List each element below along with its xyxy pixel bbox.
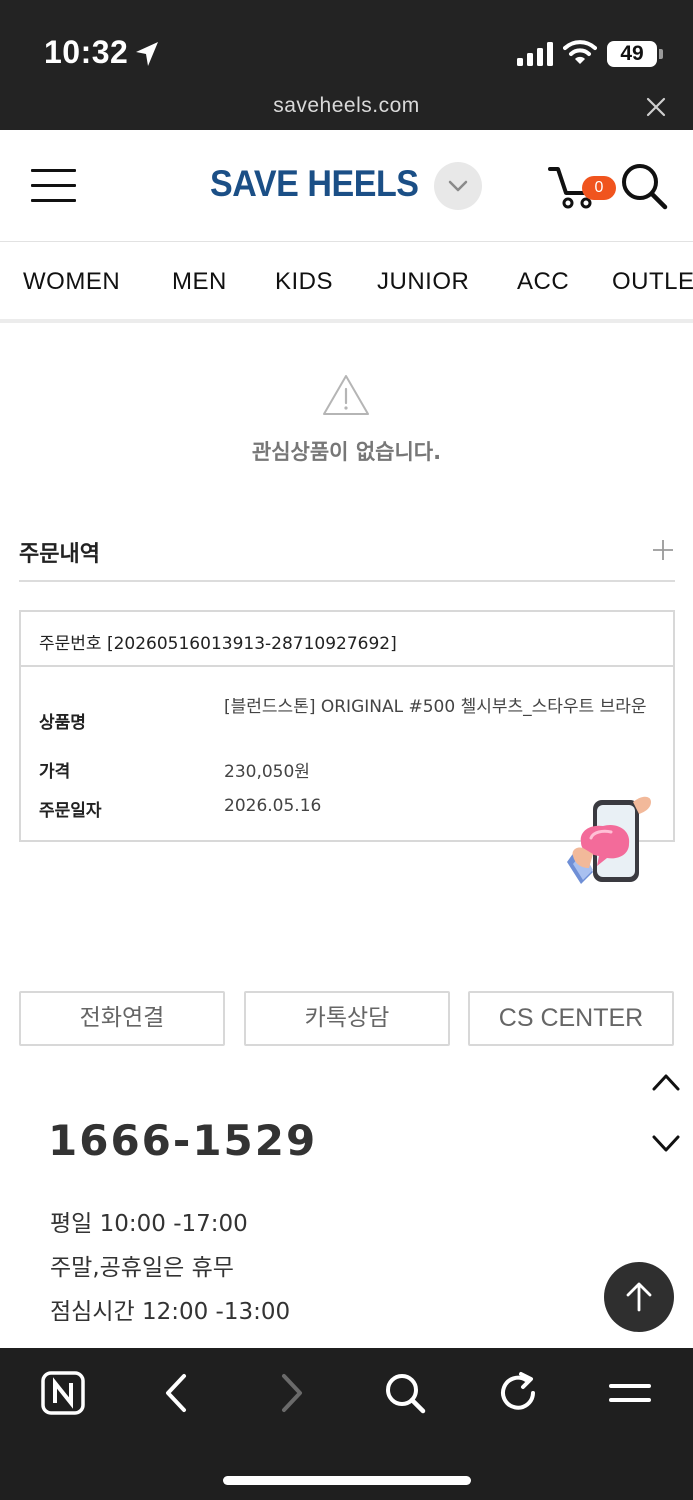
chat-phone-sticker-icon[interactable] bbox=[563, 792, 655, 890]
cellular-signal-icon bbox=[517, 42, 553, 66]
nav-item-outlet[interactable]: OUTLET bbox=[612, 268, 693, 296]
naver-n-icon[interactable] bbox=[40, 1370, 86, 1416]
url-address[interactable]: saveheels.com bbox=[0, 94, 693, 118]
product-name-value: [블런드스톤] ORIGINAL #500 첼시부츠_스타우트 브라운 bbox=[224, 697, 647, 717]
battery-indicator: 49 bbox=[607, 41, 657, 67]
logo-dropdown-button[interactable] bbox=[434, 162, 482, 210]
scroll-to-top-button[interactable] bbox=[604, 1262, 674, 1332]
home-indicator bbox=[223, 1476, 471, 1485]
close-icon[interactable] bbox=[645, 96, 667, 118]
order-date-label: 주문일자 bbox=[39, 801, 102, 821]
price-label: 가격 bbox=[39, 762, 71, 782]
site-header: SAVE HEELS 0 bbox=[0, 130, 693, 242]
plus-icon[interactable] bbox=[651, 538, 675, 562]
battery-nub bbox=[659, 49, 663, 59]
order-date-value: 2026.05.16 bbox=[224, 796, 322, 816]
wifi-icon bbox=[563, 40, 597, 64]
cs-hours-weekday: 평일 10:00 -17:00 bbox=[50, 1211, 248, 1237]
product-name-label: 상품명 bbox=[39, 713, 86, 733]
cart-count-badge: 0 bbox=[582, 176, 616, 200]
nav-item-acc[interactable]: ACC bbox=[517, 268, 569, 296]
order-number: 주문번호 [20260516013913-28710927692] bbox=[39, 634, 397, 654]
cs-hours-lunch: 점심시간 12:00 -13:00 bbox=[50, 1299, 291, 1325]
search-icon[interactable] bbox=[382, 1370, 428, 1416]
category-nav: WOMEN MEN KIDS JUNIOR ACC OUTLET bbox=[0, 243, 693, 323]
status-time: 10:32 bbox=[44, 34, 129, 70]
arrow-up-icon bbox=[626, 1282, 652, 1312]
price-value: 230,050원 bbox=[224, 762, 310, 782]
order-history-title[interactable]: 주문내역 bbox=[19, 536, 100, 568]
order-divider bbox=[19, 580, 675, 582]
location-arrow-icon bbox=[136, 42, 158, 66]
cs-center-button[interactable]: CS CENTER bbox=[468, 991, 674, 1046]
kakao-chat-button[interactable]: 카톡상담 bbox=[244, 991, 450, 1046]
search-icon[interactable] bbox=[618, 160, 670, 212]
hamburger-menu-icon[interactable] bbox=[31, 169, 76, 203]
order-card-header: 주문번호 [20260516013913-28710927692] bbox=[21, 612, 673, 667]
forward-icon bbox=[282, 1374, 302, 1412]
nav-item-men[interactable]: MEN bbox=[172, 268, 227, 296]
nav-item-kids[interactable]: KIDS bbox=[275, 268, 333, 296]
wishlist-empty-message: 관심상품이 없습니다. bbox=[251, 440, 442, 464]
nav-item-women[interactable]: WOMEN bbox=[23, 268, 120, 296]
chevron-down-icon[interactable] bbox=[651, 1132, 681, 1156]
warning-icon bbox=[323, 375, 369, 415]
cs-phone-number[interactable]: 1666-1529 bbox=[48, 1116, 317, 1165]
reload-icon[interactable] bbox=[495, 1370, 541, 1416]
cs-hours-weekend: 주말,공휴일은 휴무 bbox=[50, 1255, 234, 1281]
nav-item-junior[interactable]: JUNIOR bbox=[377, 268, 469, 296]
menu-icon[interactable] bbox=[607, 1370, 653, 1416]
chevron-up-icon[interactable] bbox=[651, 1070, 681, 1094]
site-logo[interactable]: SAVE HEELS bbox=[210, 163, 419, 205]
status-bar: 10:32 49 saveheels.com bbox=[0, 0, 693, 130]
back-icon[interactable] bbox=[154, 1370, 200, 1416]
call-button[interactable]: 전화연결 bbox=[19, 991, 225, 1046]
chevron-down-icon bbox=[448, 180, 468, 192]
